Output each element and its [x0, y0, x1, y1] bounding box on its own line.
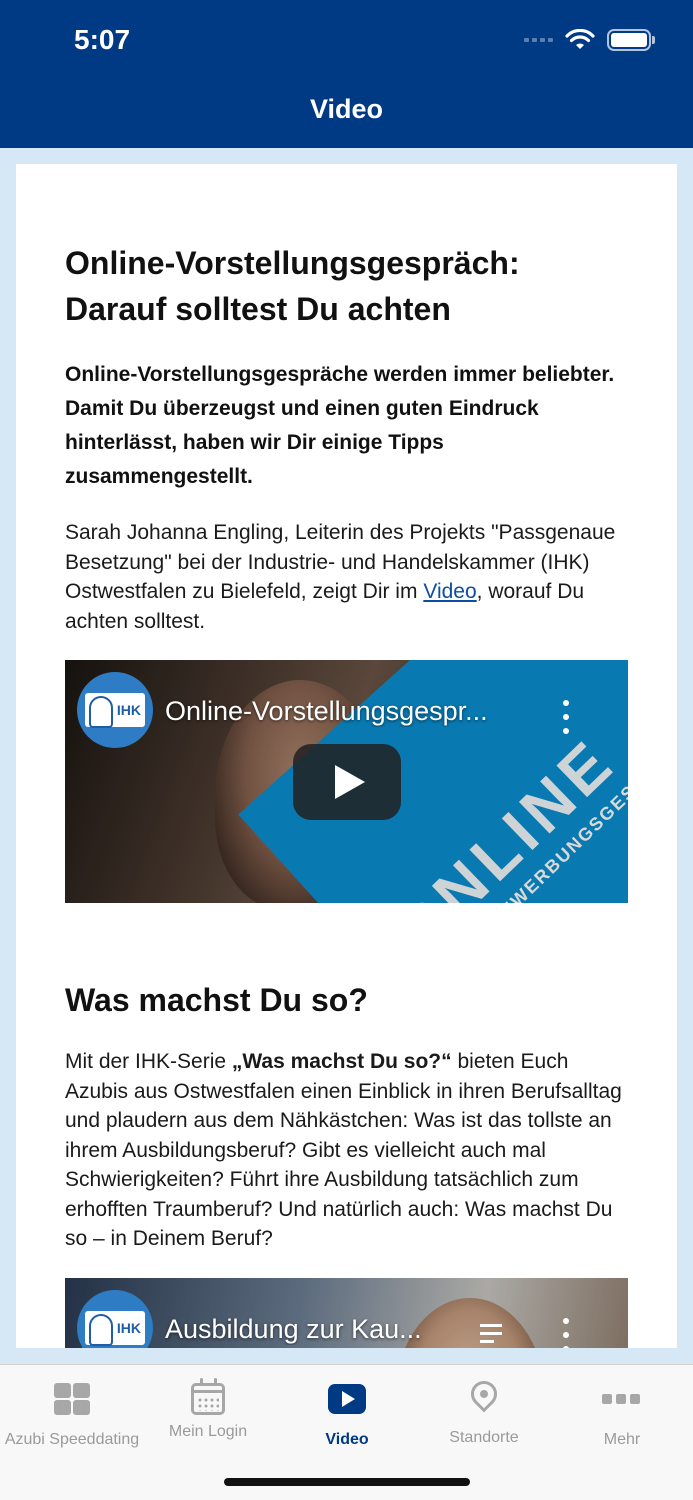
tab-standorte[interactable]: Standorte: [414, 1375, 554, 1447]
series-paragraph: Mit der IHK-Serie „Was machst Du so?“ bi…: [65, 1047, 628, 1254]
tab-mein-login[interactable]: Mein Login: [138, 1378, 278, 1441]
playlist-icon[interactable]: [480, 1322, 510, 1346]
status-icons: [524, 26, 655, 54]
article-paragraph: Sarah Johanna Engling, Leiterin des Proj…: [65, 518, 628, 636]
battery-icon: [607, 29, 655, 51]
tab-label: Mehr: [603, 1431, 641, 1448]
calendar-icon: [191, 1378, 225, 1415]
ihk-logo-icon: IHK: [85, 693, 145, 728]
more-options-icon[interactable]: [556, 700, 576, 734]
video-player-1[interactable]: ONLINE BEWERBUNGSGESPRÄCH IHK Online-Vor…: [65, 660, 628, 903]
channel-avatar[interactable]: IHK: [77, 672, 153, 748]
play-icon: [328, 1384, 366, 1414]
content-card[interactable]: Online-Vorstellungsgespräch: Darauf soll…: [16, 164, 677, 1348]
video-title[interactable]: Online-Vorstellungsgespr...: [165, 696, 515, 727]
section-heading: Was machst Du so?: [65, 982, 368, 1018]
article-heading: Online-Vorstellungsgespräch: Darauf soll…: [65, 240, 628, 332]
grid-icon: [52, 1379, 92, 1419]
video-player-2[interactable]: IHK Ausbildung zur Kau...: [65, 1277, 628, 1348]
wifi-icon: [565, 29, 595, 49]
cellular-signal-icon: [524, 38, 553, 42]
tab-mehr[interactable]: Mehr: [552, 1379, 692, 1449]
tab-label: Standorte: [449, 1429, 519, 1446]
app-header: 5:07 Video: [0, 0, 693, 148]
heading-line-2: Darauf solltest Du achten: [65, 291, 451, 327]
series-text: Mit der IHK-Serie: [65, 1050, 232, 1073]
video-title[interactable]: Ausbildung zur Kau...: [165, 1314, 435, 1345]
series-text-end: bieten Euch Azubis aus Ostwestfalen eine…: [65, 1050, 622, 1250]
tab-label: Azubi Speeddating: [4, 1431, 140, 1448]
ihk-logo-icon: IHK: [85, 1310, 145, 1346]
article-lead: Online-Vorstellungsgespräche werden imme…: [65, 363, 615, 488]
video-link[interactable]: Video: [423, 580, 476, 603]
series-name: „Was machst Du so?“: [231, 1050, 452, 1073]
tab-label: Video: [325, 1431, 369, 1448]
heading-line-1: Online-Vorstellungsgespräch:: [65, 245, 520, 281]
tab-azubi-speeddating[interactable]: Azubi Speeddating: [2, 1379, 142, 1449]
more-icon: [602, 1379, 642, 1419]
tab-label: Mein Login: [168, 1423, 248, 1440]
play-icon: [335, 765, 365, 799]
more-options-icon[interactable]: [556, 1317, 576, 1348]
page-title: Video: [309, 94, 384, 124]
status-time: 5:07: [74, 24, 131, 55]
location-pin-icon: [465, 1375, 503, 1413]
home-indicator[interactable]: [224, 1478, 470, 1486]
tab-video[interactable]: Video: [277, 1379, 417, 1449]
play-button[interactable]: [293, 744, 401, 820]
